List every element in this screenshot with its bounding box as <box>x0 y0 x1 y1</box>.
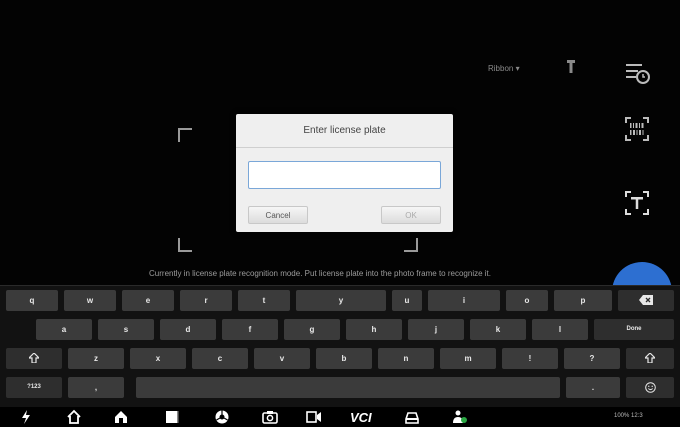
key-z[interactable]: z <box>68 348 124 369</box>
key-d[interactable]: d <box>160 319 216 340</box>
dialog-title: Enter license plate <box>236 114 453 148</box>
comma-key[interactable]: , <box>68 377 124 398</box>
key-f[interactable]: f <box>222 319 278 340</box>
key-b[interactable]: b <box>316 348 372 369</box>
key-i[interactable]: i <box>428 290 500 311</box>
on-screen-keyboard: q w e r t y u i o p a s d f g h j k l Do… <box>0 285 680 407</box>
key-n[interactable]: n <box>378 348 434 369</box>
system-navigation-bar: VCI 100% 12:3 <box>0 407 680 427</box>
symbols-key[interactable]: ?123 <box>6 377 62 398</box>
shift-key-right[interactable] <box>626 348 674 369</box>
smiley-icon <box>644 382 656 393</box>
photo-frame-corner-bottom-left <box>178 238 192 252</box>
done-key[interactable]: Done <box>594 319 674 340</box>
key-e[interactable]: e <box>122 290 174 311</box>
key-x[interactable]: x <box>130 348 186 369</box>
backspace-icon <box>639 295 653 305</box>
key-u[interactable]: u <box>392 290 422 311</box>
browser-icon[interactable] <box>214 409 230 425</box>
home-icon[interactable] <box>66 409 82 425</box>
key-t[interactable]: t <box>238 290 290 311</box>
flash-icon[interactable] <box>566 60 576 74</box>
license-plate-input[interactable] <box>248 161 441 189</box>
key-m[interactable]: m <box>440 348 496 369</box>
status-bar-readout: 100% 12:3 <box>614 413 643 419</box>
cancel-button[interactable]: Cancel <box>248 206 308 224</box>
recent-apps-icon[interactable] <box>164 409 180 425</box>
key-s[interactable]: s <box>98 319 154 340</box>
barcode-scan-icon[interactable] <box>622 114 652 144</box>
key-w[interactable]: w <box>64 290 116 311</box>
autel-logo-icon[interactable] <box>18 409 34 425</box>
key-h[interactable]: h <box>346 319 402 340</box>
license-plate-dialog: Enter license plate Cancel OK <box>236 114 453 232</box>
text-recognition-icon[interactable] <box>622 188 652 218</box>
ok-button[interactable]: OK <box>381 206 441 224</box>
key-r[interactable]: r <box>180 290 232 311</box>
vci-icon[interactable]: VCI <box>350 410 372 425</box>
key-k[interactable]: k <box>470 319 526 340</box>
shift-icon <box>643 352 657 364</box>
key-v[interactable]: v <box>254 348 310 369</box>
key-a[interactable]: a <box>36 319 92 340</box>
mode-dropdown[interactable]: Ribbon ▾ <box>488 64 520 73</box>
shift-icon <box>27 352 41 364</box>
key-q[interactable]: q <box>6 290 58 311</box>
history-list-icon[interactable] <box>622 58 652 88</box>
car-icon[interactable] <box>404 409 420 425</box>
key-j[interactable]: j <box>408 319 464 340</box>
key-o[interactable]: o <box>506 290 548 311</box>
recognition-hint: Currently in license plate recognition m… <box>149 269 491 278</box>
key-p[interactable]: p <box>554 290 612 311</box>
key-l[interactable]: l <box>532 319 588 340</box>
back-car-icon[interactable] <box>113 409 129 425</box>
emoji-key[interactable] <box>626 377 674 398</box>
photo-frame-corner-top-left <box>178 128 192 142</box>
key-y[interactable]: y <box>296 290 386 311</box>
key-g[interactable]: g <box>284 319 340 340</box>
key-c[interactable]: c <box>192 348 248 369</box>
photo-frame-corner-bottom-right <box>404 238 418 252</box>
space-key[interactable] <box>136 377 560 398</box>
key-exclamation[interactable]: ! <box>502 348 558 369</box>
camera-icon[interactable] <box>262 409 278 425</box>
period-key[interactable]: . <box>566 377 620 398</box>
backspace-key[interactable] <box>618 290 674 311</box>
key-question[interactable]: ? <box>564 348 620 369</box>
screen-record-icon[interactable] <box>306 409 322 425</box>
remote-expert-icon[interactable] <box>452 409 468 425</box>
shift-key-left[interactable] <box>6 348 62 369</box>
